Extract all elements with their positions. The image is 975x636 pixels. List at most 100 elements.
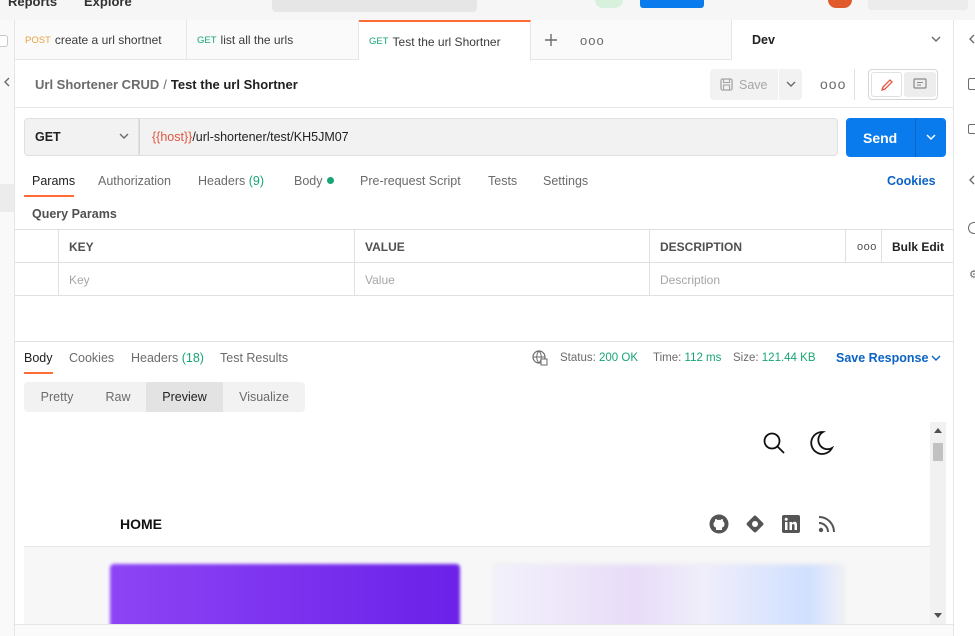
send-button[interactable]: Send	[846, 118, 946, 157]
cookies-link[interactable]: Cookies	[887, 174, 936, 188]
tab-authorization[interactable]: Authorization	[98, 174, 171, 188]
response-tab-test-results[interactable]: Test Results	[220, 351, 288, 365]
request-header: Url Shortener CRUD / Test the url Shortner…	[15, 60, 953, 108]
new-tab-plus-icon[interactable]	[544, 33, 558, 47]
sidebar-collapse-icon[interactable]	[3, 77, 11, 87]
status-value: 200 OK	[599, 352, 639, 364]
request-tabs-bar: POST create a url shortnet GET list all …	[15, 20, 953, 61]
status-bar	[15, 624, 953, 636]
send-dropdown-chevron-icon[interactable]	[915, 118, 946, 157]
response-tab-cookies[interactable]: Cookies	[69, 351, 114, 365]
view-visualize[interactable]: Visualize	[223, 382, 305, 412]
top-app-bar: Reports Explore	[0, 0, 975, 20]
code-icon[interactable]	[968, 175, 975, 185]
method-select[interactable]: GET	[24, 118, 139, 156]
comments-icon[interactable]	[968, 124, 975, 134]
save-response-button[interactable]: Save Response	[836, 351, 928, 365]
save-dropdown-chevron-icon[interactable]	[778, 69, 802, 100]
bulk-edit-button[interactable]: Bulk Edit	[882, 230, 953, 263]
global-search-input[interactable]	[272, 0, 477, 12]
save-icon	[720, 78, 733, 91]
edit-pencil-icon[interactable]	[871, 72, 902, 97]
sidebar-search-stub[interactable]	[0, 35, 8, 47]
response-tab-indicator	[24, 372, 53, 374]
git-diamond-icon[interactable]	[745, 514, 765, 534]
upgrade-button[interactable]	[640, 0, 704, 8]
documentation-icon[interactable]	[968, 78, 975, 90]
column-description: DESCRIPTION	[650, 230, 846, 263]
scroll-down-arrow-icon[interactable]	[934, 613, 942, 618]
response-preview: HOME	[24, 422, 930, 624]
environment-label: Dev	[752, 33, 775, 47]
key-input[interactable]: Key	[59, 263, 355, 296]
column-options-icon[interactable]: ooo	[846, 230, 882, 263]
response-tab-headers[interactable]: Headers (18)	[131, 351, 204, 365]
more-actions-icon[interactable]: ooo	[820, 76, 846, 92]
breadcrumb-request[interactable]: Test the url Shortner	[171, 77, 298, 92]
breadcrumb: Url Shortener CRUD / Test the url Shortner	[35, 77, 298, 92]
chevron-down-icon	[931, 36, 941, 43]
preview-post-card[interactable]	[494, 564, 844, 624]
status-label: Status:	[560, 352, 596, 364]
nav-reports[interactable]: Reports	[8, 0, 57, 9]
chevron-left-icon[interactable]	[968, 34, 975, 44]
sidebar-selected-item[interactable]	[0, 184, 14, 212]
time-value: 112 ms	[684, 352, 722, 364]
sync-status-badge[interactable]	[595, 0, 623, 8]
mode-switch	[868, 69, 938, 100]
linkedin-icon[interactable]	[782, 515, 800, 533]
column-value: VALUE	[355, 230, 650, 263]
pane-divider[interactable]	[15, 341, 953, 342]
preview-scrollbar[interactable]	[930, 422, 946, 624]
url-input[interactable]: {{host}}/url-shortener/test/KH5JM07	[139, 118, 838, 156]
time-readout: Time: 112 ms	[653, 352, 721, 364]
tab-headers[interactable]: Headers (9)	[198, 174, 264, 188]
response-headers-label: Headers	[131, 351, 179, 365]
github-icon[interactable]	[709, 514, 729, 534]
save-button[interactable]: Save	[710, 69, 802, 100]
environment-select[interactable]: Dev	[731, 20, 953, 60]
moon-icon[interactable]	[808, 430, 834, 456]
tab-tests[interactable]: Tests	[488, 174, 517, 188]
gear-icon[interactable]: ⚙	[969, 268, 975, 281]
status-readout: Status: 200 OK	[560, 352, 638, 364]
scrollbar-thumb[interactable]	[933, 443, 943, 461]
globe-network-icon[interactable]	[532, 350, 548, 366]
tabs-more-icon[interactable]: ooo	[580, 33, 605, 48]
tab-params[interactable]: Params	[32, 174, 75, 188]
tab-label: Test the url Shortner	[392, 34, 501, 49]
save-label: Save	[739, 77, 768, 92]
preview-nav-home[interactable]: HOME	[120, 516, 162, 532]
account-button[interactable]	[868, 0, 968, 10]
table-row: Key Value Description	[15, 263, 953, 296]
method-badge: POST	[25, 34, 51, 46]
tab-list-urls[interactable]: GET list all the urls	[187, 20, 359, 60]
description-input[interactable]: Description	[650, 263, 953, 296]
comment-icon[interactable]	[904, 72, 936, 97]
view-raw[interactable]: Raw	[90, 382, 146, 412]
tab-prerequest-script[interactable]: Pre-request Script	[360, 174, 461, 188]
info-icon[interactable]	[968, 222, 975, 234]
search-icon[interactable]	[762, 431, 786, 455]
avatar[interactable]	[828, 0, 852, 8]
response-tab-body[interactable]: Body	[24, 351, 53, 365]
url-path: /url-shortener/test/KH5JM07	[192, 130, 349, 144]
preview-post-card[interactable]	[110, 564, 460, 624]
breadcrumb-collection[interactable]: Url Shortener CRUD	[35, 77, 159, 92]
tab-body[interactable]: Body	[294, 174, 334, 188]
view-pretty[interactable]: Pretty	[24, 382, 90, 412]
nav-explore[interactable]: Explore	[84, 0, 132, 9]
scroll-up-arrow-icon[interactable]	[934, 428, 942, 433]
row-checkbox-cell	[15, 263, 59, 296]
query-params-table: KEY VALUE DESCRIPTION ooo Bulk Edit Key …	[15, 229, 953, 296]
method-label: GET	[35, 130, 61, 144]
time-label: Time:	[653, 352, 682, 364]
table-header-row: KEY VALUE DESCRIPTION ooo Bulk Edit	[15, 230, 953, 263]
chevron-down-icon[interactable]	[931, 355, 941, 362]
tab-settings[interactable]: Settings	[543, 174, 588, 188]
tab-create-url[interactable]: POST create a url shortnet	[15, 20, 187, 60]
value-input[interactable]: Value	[355, 263, 650, 296]
view-preview[interactable]: Preview	[146, 382, 223, 412]
tab-test-url-shortner[interactable]: GET Test the url Shortner	[359, 20, 531, 61]
rss-icon[interactable]	[818, 515, 836, 533]
